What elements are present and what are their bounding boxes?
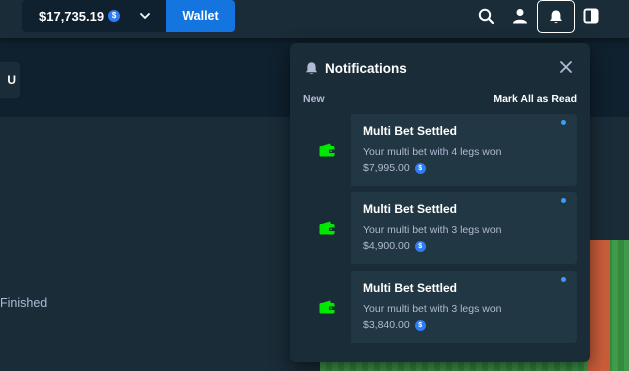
- section-label-new: New: [303, 93, 325, 105]
- sidebar-toggle-button[interactable]: [579, 4, 603, 28]
- bell-icon: [550, 10, 562, 23]
- wallet-button[interactable]: Wallet: [166, 0, 235, 32]
- notification-title: Multi Bet Settled: [363, 202, 458, 216]
- search-icon: [478, 8, 494, 24]
- panel-header: Notifications: [304, 59, 407, 77]
- amount-value: $4,900.00: [363, 240, 410, 252]
- notification-description: Your multi bet with 4 legs won: [363, 146, 502, 158]
- wallet-icon: [319, 300, 335, 314]
- amount-value: $7,995.00: [363, 162, 410, 174]
- notification-card[interactable]: Multi Bet Settled Your multi bet with 4 …: [303, 114, 577, 186]
- notification-amount: $7,995.00 $: [363, 162, 426, 174]
- coin-icon: $: [414, 162, 426, 174]
- wallet-icon: [319, 143, 335, 157]
- notification-description: Your multi bet with 3 legs won: [363, 303, 502, 315]
- notifications-panel: Notifications New Mark All as Read Multi…: [290, 43, 590, 362]
- profile-button[interactable]: [508, 4, 532, 28]
- balance-selector[interactable]: $17,735.19 $: [22, 0, 166, 32]
- match-status: Finished: [0, 296, 48, 310]
- coin-icon: $: [108, 10, 121, 22]
- notification-amount: $4,900.00 $: [363, 240, 426, 252]
- card-icon-box: [303, 192, 351, 264]
- unread-indicator: [561, 120, 566, 125]
- notification-amount: $3,840.00 $: [363, 319, 426, 331]
- mark-all-read-button[interactable]: Mark All as Read: [493, 93, 577, 105]
- top-bar: $17,735.19 $ Wallet: [0, 0, 629, 38]
- balance-amount: $17,735.19: [39, 8, 105, 24]
- pitch-edge: [588, 240, 610, 371]
- coin-icon: $: [414, 240, 426, 252]
- coin-icon: $: [414, 319, 426, 331]
- card-icon-box: [303, 271, 351, 343]
- notifications-button[interactable]: [537, 0, 575, 33]
- unread-indicator: [561, 277, 566, 282]
- background-button[interactable]: U: [0, 62, 20, 98]
- notification-card[interactable]: Multi Bet Settled Your multi bet with 3 …: [303, 192, 577, 264]
- notification-title: Multi Bet Settled: [363, 124, 458, 138]
- panel-title: Notifications: [325, 60, 407, 76]
- notification-title: Multi Bet Settled: [363, 281, 458, 295]
- sidebar-toggle-icon: [583, 8, 599, 24]
- background-button-label: U: [7, 73, 16, 87]
- wallet-icon: [319, 221, 335, 235]
- amount-value: $3,840.00: [363, 319, 410, 331]
- unread-indicator: [561, 198, 566, 203]
- chevron-down-icon: [140, 13, 150, 19]
- user-icon: [513, 9, 527, 24]
- notification-description: Your multi bet with 3 legs won: [363, 224, 502, 236]
- search-button[interactable]: [474, 4, 498, 28]
- bell-icon: [305, 61, 318, 74]
- card-icon-box: [303, 114, 351, 186]
- notification-card[interactable]: Multi Bet Settled Your multi bet with 3 …: [303, 271, 577, 343]
- close-icon[interactable]: [558, 59, 574, 75]
- background-panel: [0, 117, 330, 371]
